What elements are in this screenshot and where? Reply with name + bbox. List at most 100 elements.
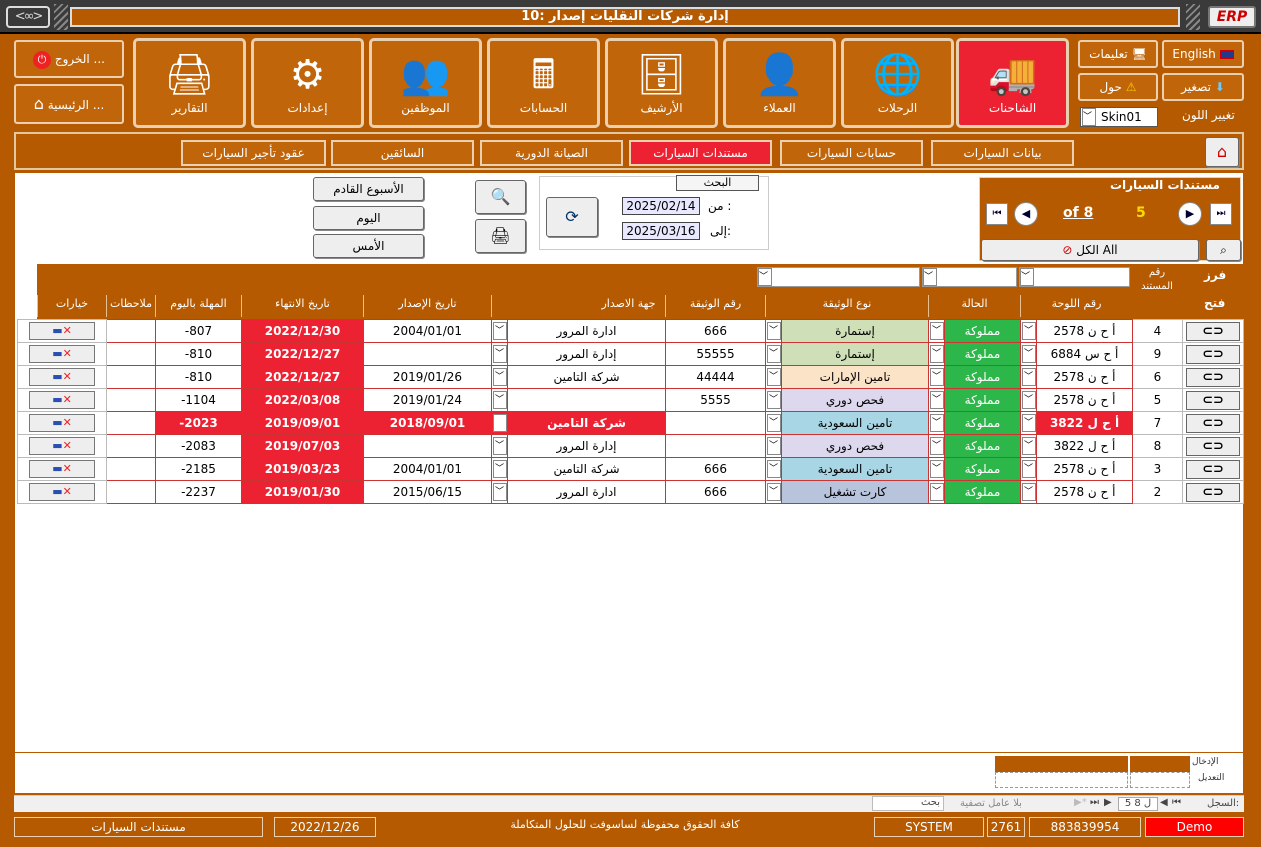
nav-first-icon[interactable]: ⏮ <box>1172 797 1181 808</box>
type-dropdown[interactable]: ﹀ <box>765 457 782 481</box>
chevron-down-icon[interactable]: ﹀ <box>929 322 944 340</box>
chevron-down-icon[interactable]: ﹀ <box>766 460 781 478</box>
options-cell[interactable]: ▬✕ <box>17 457 107 481</box>
refresh-icon[interactable]: ⟳ <box>546 197 598 237</box>
options-cell[interactable]: ▬✕ <box>17 480 107 504</box>
table-row[interactable]: ▬✕ -810 2022/12/27 2019/01/26 ﹀ شركة التامين 4… <box>17 365 1244 389</box>
notes-cell[interactable] <box>106 434 156 458</box>
chevron-down-icon[interactable]: ﹀ <box>492 345 507 363</box>
doc-number-cell[interactable]: 5555 <box>665 388 766 412</box>
link-icon[interactable]: ⊂⊃ <box>1186 321 1240 341</box>
type-dropdown[interactable]: ﹀ <box>765 342 782 366</box>
type-dropdown[interactable]: ﹀ <box>765 365 782 389</box>
type-dropdown[interactable]: ﹀ <box>765 319 782 343</box>
issuer-dropdown[interactable]: ﹀ <box>491 411 508 435</box>
notes-cell[interactable] <box>106 411 156 435</box>
next-week-button[interactable]: الأسبوع القادم <box>313 177 424 201</box>
notes-cell[interactable] <box>106 388 156 412</box>
issuer-dropdown[interactable]: ﹀ <box>491 365 508 389</box>
exit-button[interactable]: ⏻ الخروج ... <box>14 40 124 78</box>
chevron-down-icon[interactable]: ﹀ <box>1021 483 1036 501</box>
type-dropdown[interactable]: ﹀ <box>765 411 782 435</box>
chevron-down-icon[interactable]: ﹀ <box>492 322 507 340</box>
settings-module-button[interactable]: ⚙ إعدادات <box>251 38 364 128</box>
delete-row-icon[interactable]: ▬✕ <box>29 437 95 455</box>
english-button[interactable]: English <box>1162 40 1244 68</box>
nav-new-icon[interactable]: ▶* <box>1074 797 1087 808</box>
chevron-down-icon[interactable]: ﹀ <box>492 391 507 409</box>
notes-cell[interactable] <box>106 342 156 366</box>
notes-cell[interactable] <box>106 319 156 343</box>
status-dropdown[interactable]: ﹀ <box>928 480 945 504</box>
doc-number-cell[interactable]: 44444 <box>665 365 766 389</box>
table-row[interactable]: ▬✕ -2185 2019/03/23 2004/01/01 ﹀ شركة التامين… <box>17 457 1244 481</box>
link-icon[interactable]: ⊂⊃ <box>1186 459 1240 479</box>
chevron-down-icon[interactable]: ﹀ <box>766 345 781 363</box>
from-date-field[interactable]: 2025/02/14 <box>622 197 700 215</box>
chevron-down-icon[interactable]: ﹀ <box>492 483 507 501</box>
open-cell[interactable]: ⊂⊃ <box>1182 365 1244 389</box>
open-cell[interactable]: ⊂⊃ <box>1182 411 1244 435</box>
tab-car-data[interactable]: بيانات السيارات <box>931 140 1074 166</box>
first-record-icon[interactable]: ⏮ <box>986 203 1008 225</box>
tab-maintenance[interactable]: الصيانة الدورية <box>480 140 623 166</box>
no-filter-label[interactable]: بلا عامل تصفية <box>960 798 1022 809</box>
chevron-down-icon[interactable]: ﹀ <box>929 437 944 455</box>
issuer-dropdown[interactable]: ﹀ <box>491 457 508 481</box>
archive-module-button[interactable]: 🗄 الأرشيف <box>605 38 718 128</box>
chevron-down-icon[interactable]: ﹀ <box>766 322 781 340</box>
chevron-down-icon[interactable]: ﹀ <box>1021 368 1036 386</box>
chevron-down-icon[interactable]: ﹀ <box>766 483 781 501</box>
chevron-down-icon[interactable]: ﹀ <box>929 460 944 478</box>
tab-car-rental[interactable]: عقود تأجير السيارات <box>181 140 326 166</box>
notes-cell[interactable] <box>106 457 156 481</box>
nav-next-icon[interactable]: ▶ <box>1104 797 1112 808</box>
doc-number-cell[interactable]: 666 <box>665 480 766 504</box>
doc-number-cell[interactable] <box>665 434 766 458</box>
binoculars-icon[interactable]: ⌕ <box>1206 239 1241 261</box>
delete-row-icon[interactable]: ▬✕ <box>29 391 95 409</box>
nav-prev-icon[interactable]: ◀ <box>1160 797 1168 808</box>
options-cell[interactable]: ▬✕ <box>17 411 107 435</box>
search-icon[interactable]: 🔍 <box>475 180 526 214</box>
chevron-down-icon[interactable]: ﹀ <box>929 414 944 432</box>
issuer-dropdown[interactable]: ﹀ <box>491 319 508 343</box>
link-icon[interactable]: ⊂⊃ <box>1186 344 1240 364</box>
notes-cell[interactable] <box>106 480 156 504</box>
open-cell[interactable]: ⊂⊃ <box>1182 457 1244 481</box>
delete-row-icon[interactable]: ▬✕ <box>29 322 95 340</box>
issuer-dropdown[interactable]: ﹀ <box>491 480 508 504</box>
options-cell[interactable]: ▬✕ <box>17 365 107 389</box>
issuer-dropdown[interactable]: ﹀ <box>491 434 508 458</box>
status-dropdown[interactable]: ﹀ <box>928 388 945 412</box>
type-dropdown[interactable]: ﹀ <box>765 480 782 504</box>
options-cell[interactable]: ▬✕ <box>17 388 107 412</box>
chevron-down-icon[interactable]: ﹀ <box>929 368 944 386</box>
plate-filter-select[interactable]: ﹀ <box>1019 267 1130 287</box>
plate-dropdown[interactable]: ﹀ <box>1020 457 1037 481</box>
issuer-dropdown[interactable]: ﹀ <box>491 388 508 412</box>
status-dropdown[interactable]: ﹀ <box>928 434 945 458</box>
open-cell[interactable]: ⊂⊃ <box>1182 480 1244 504</box>
link-icon[interactable]: ⊂⊃ <box>1186 413 1240 433</box>
doc-number-cell[interactable]: 55555 <box>665 342 766 366</box>
delete-row-icon[interactable]: ▬✕ <box>29 414 95 432</box>
type-dropdown[interactable]: ﹀ <box>765 388 782 412</box>
link-icon[interactable]: ⊂⊃ <box>1186 367 1240 387</box>
delete-row-icon[interactable]: ▬✕ <box>29 368 95 386</box>
chevron-down-icon[interactable]: ﹀ <box>492 460 507 478</box>
chevron-down-icon[interactable]: ﹀ <box>929 345 944 363</box>
plate-dropdown[interactable]: ﹀ <box>1020 319 1037 343</box>
last-record-icon[interactable]: ⏭ <box>1210 203 1232 225</box>
delete-row-icon[interactable]: ▬✕ <box>29 460 95 478</box>
open-cell[interactable]: ⊂⊃ <box>1182 342 1244 366</box>
doc-number-cell[interactable]: 666 <box>665 319 766 343</box>
employees-module-button[interactable]: 👥 الموظفين <box>369 38 482 128</box>
print-icon[interactable]: 🖨 <box>475 219 526 253</box>
plate-dropdown[interactable]: ﹀ <box>1020 342 1037 366</box>
tab-car-accounts[interactable]: حسابات السيارات <box>780 140 923 166</box>
status-dropdown[interactable]: ﹀ <box>928 319 945 343</box>
chevron-down-icon[interactable]: ﹀ <box>1021 414 1036 432</box>
trucks-module-button[interactable]: 🚚 الشاحنات <box>956 38 1069 128</box>
link-icon[interactable]: ⊂⊃ <box>1186 482 1240 502</box>
